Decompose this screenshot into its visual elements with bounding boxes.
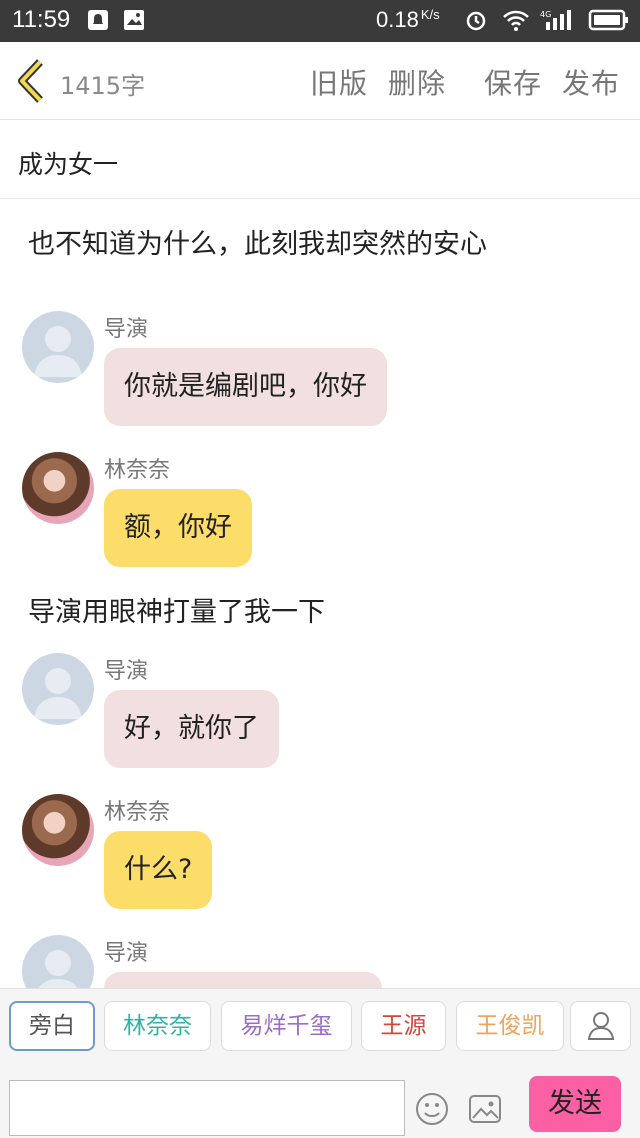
avatar <box>22 311 94 383</box>
avatar <box>22 452 94 524</box>
wifi-icon <box>503 10 529 31</box>
word-count: 1415字 <box>60 72 146 100</box>
svg-text:4G: 4G <box>540 10 551 19</box>
message-input[interactable] <box>9 1080 405 1136</box>
publish-button[interactable]: 发布 <box>562 62 620 102</box>
alarm-icon <box>466 11 486 31</box>
image-icon[interactable] <box>468 1092 502 1126</box>
avatar <box>22 794 94 866</box>
role-chip[interactable]: 王俊凯 <box>456 1001 564 1051</box>
message-bubble: 好，就你了 <box>104 690 279 768</box>
default-avatar-icon <box>34 326 82 377</box>
image-notification-icon <box>124 10 144 30</box>
status-bar: 11:59 0.18 K/s 4G <box>0 0 640 42</box>
message-bubble: 什么? <box>104 831 213 909</box>
default-avatar-icon <box>34 668 82 719</box>
editor-header: 1415字 旧版 删除 保存 发布 <box>0 42 640 120</box>
message-bubble <box>104 972 382 988</box>
avatar <box>22 935 94 988</box>
delete-button[interactable]: 删除 <box>388 62 446 102</box>
speaker-name: 林奈奈 <box>104 800 171 825</box>
back-chevron-icon[interactable] <box>14 58 50 104</box>
narration-text: 也不知道为什么，此刻我却突然的安心 <box>28 229 487 260</box>
speaker-name: 林奈奈 <box>104 458 171 483</box>
message-bubble: 你就是编剧吧，你好 <box>104 348 387 426</box>
old-version-button[interactable]: 旧版 <box>310 62 368 102</box>
speaker-name: 导演 <box>104 317 149 342</box>
status-time: 11:59 <box>12 6 71 33</box>
signal-icon: 4G <box>540 10 571 30</box>
notification-bell-icon <box>88 10 108 30</box>
speaker-name: 导演 <box>104 659 149 684</box>
role-chip[interactable]: 易烊千玺 <box>221 1001 352 1051</box>
network-speed: 0.18 K/s <box>376 7 440 32</box>
role-chip-narrator[interactable]: 旁白 <box>9 1001 95 1051</box>
speaker-name: 导演 <box>104 941 149 966</box>
chapter-title-row[interactable]: 成为女一 <box>0 121 640 199</box>
message-bubble: 额，你好 <box>104 489 252 567</box>
send-button[interactable]: 发送 <box>529 1076 621 1132</box>
role-chip[interactable]: 王源 <box>361 1001 446 1051</box>
role-chip[interactable]: 林奈奈 <box>104 1001 211 1051</box>
composer-toolbar: 旁白 林奈奈 易烊千玺 王源 王俊凯 发送 <box>0 988 640 1138</box>
save-button[interactable]: 保存 <box>484 62 542 102</box>
avatar <box>22 653 94 725</box>
chat-message[interactable]: 导演 <box>22 935 622 988</box>
chapter-title: 成为女一 <box>18 150 119 179</box>
battery-icon <box>588 9 628 31</box>
default-avatar-icon <box>38 950 78 988</box>
narration-text: 导演用眼神打量了我一下 <box>28 597 325 628</box>
add-role-button[interactable] <box>570 1001 631 1051</box>
person-icon <box>587 1012 614 1040</box>
emoji-icon[interactable] <box>415 1092 449 1126</box>
